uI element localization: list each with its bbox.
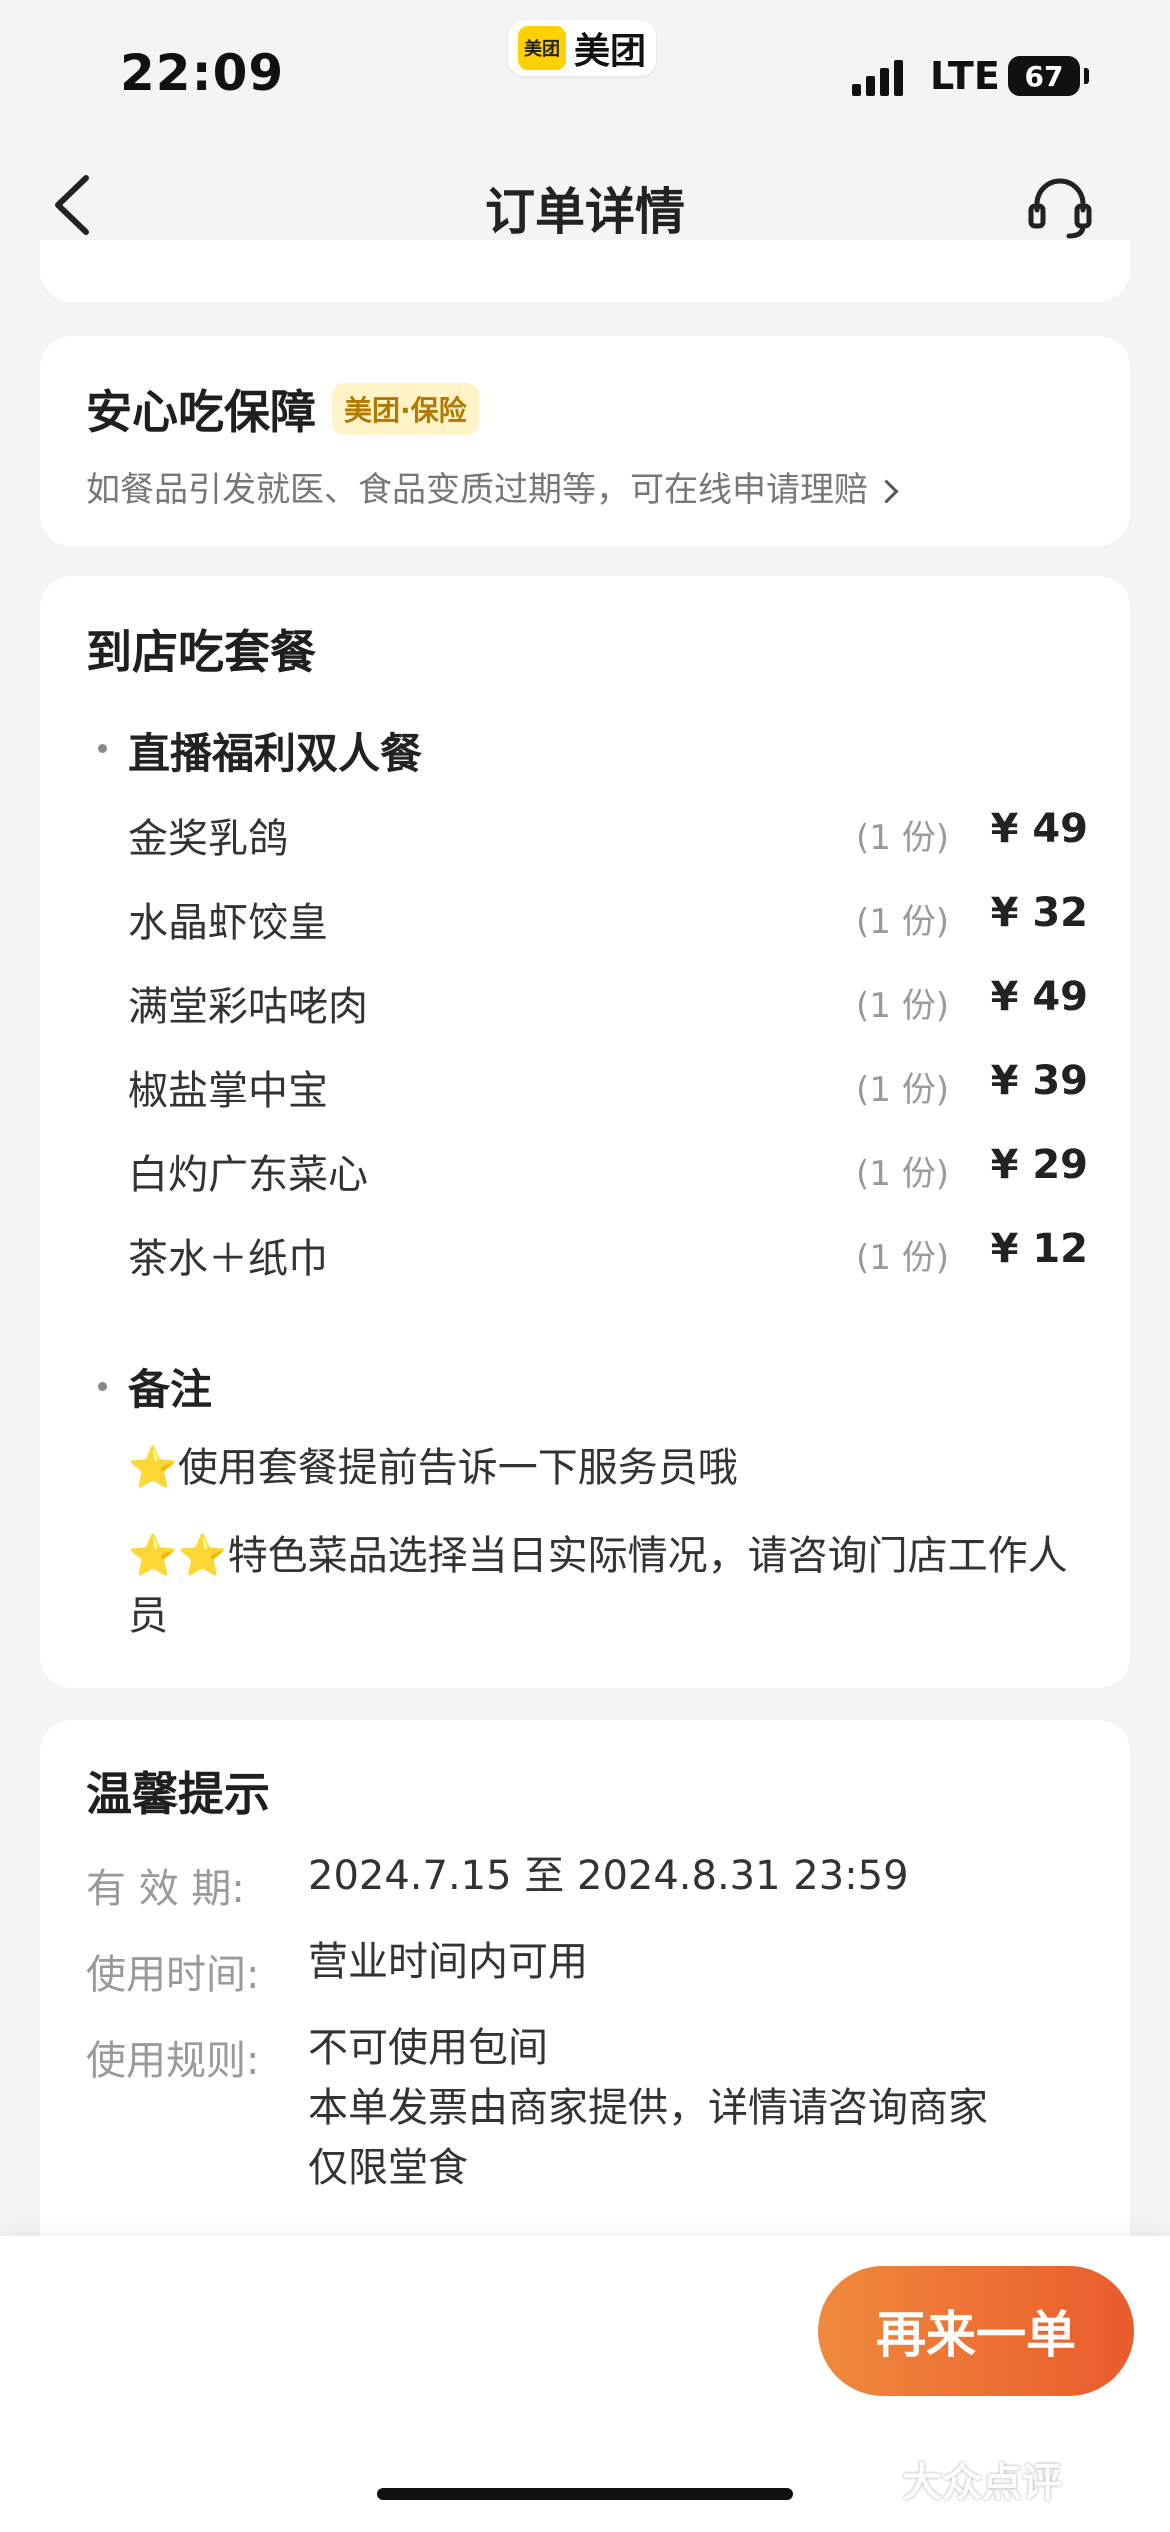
guarantee-title: 安心吃保障	[86, 385, 316, 439]
list-item: 茶水＋纸巾 (1 份) ¥ 12	[128, 1226, 1088, 1286]
guarantee-description-link[interactable]: 如餐品引发就医、食品变质过期等，可在线申请理赔	[86, 462, 899, 511]
item-qty: (1 份)	[856, 1154, 949, 1194]
meituan-logo-icon: 美团	[518, 26, 566, 70]
rules-label: 使用规则:	[86, 2038, 260, 2084]
app-indicator[interactable]: 美团 美团	[508, 20, 657, 76]
package-section-title: 到店吃套餐	[86, 625, 316, 679]
customer-service-button[interactable]	[1025, 172, 1095, 242]
item-qty: (1 份)	[856, 1238, 949, 1278]
headset-icon	[1028, 178, 1092, 239]
tips-card: 温馨提示 有 效 期: 2024.7.15 至 2024.8.31 23:59 …	[40, 1720, 1130, 2280]
previous-card-edge	[40, 240, 1130, 302]
reorder-button[interactable]: 再来一单	[818, 2266, 1134, 2396]
rule-item: 仅限堂食	[308, 2145, 468, 2191]
list-item: 金奖乳鸽 (1 份) ¥ 49	[128, 806, 1088, 866]
app-name: 美团	[574, 31, 647, 72]
carrier-label: LTE	[930, 54, 1000, 98]
rule-item: 不可使用包间	[308, 2025, 548, 2071]
note-line: ⭐使用套餐提前告诉一下服务员哦	[128, 1438, 1088, 1498]
chevron-left-icon	[55, 175, 89, 235]
item-price: ¥ 49	[990, 806, 1088, 852]
item-price: ¥ 32	[990, 890, 1088, 936]
item-qty: (1 份)	[856, 1070, 949, 1110]
item-name: 水晶虾饺皇	[128, 900, 328, 946]
guarantee-card[interactable]: 安心吃保障 美团·保险 如餐品引发就医、食品变质过期等，可在线申请理赔	[40, 336, 1130, 546]
bullet-icon	[98, 1382, 107, 1391]
package-name: 直播福利双人餐	[128, 729, 423, 778]
item-price: ¥ 49	[990, 974, 1088, 1020]
list-item: 白灼广东菜心 (1 份) ¥ 29	[128, 1142, 1088, 1202]
tips-title: 温馨提示	[86, 1767, 270, 1821]
dianping-watermark: 大众点评	[902, 2460, 1062, 2506]
status-time: 22:09	[120, 44, 285, 102]
validity-label: 有 效 期:	[86, 1866, 245, 1912]
notes-title: 备注	[128, 1365, 213, 1414]
item-price: ¥ 29	[990, 1142, 1088, 1188]
usage-time-label: 使用时间:	[86, 1952, 260, 1998]
item-name: 茶水＋纸巾	[128, 1236, 328, 1282]
battery-icon: 67	[1008, 56, 1080, 96]
signal-icon	[852, 60, 903, 96]
validity-value: 2024.7.15 至 2024.8.31 23:59	[308, 1853, 909, 1899]
note-text: 特色菜品选择当日实际情况，请咨询门店工作人员	[128, 1533, 1068, 1639]
star-icon: ⭐	[128, 1445, 178, 1491]
list-item: 水晶虾饺皇 (1 份) ¥ 32	[128, 890, 1088, 950]
home-indicator[interactable]	[377, 2488, 793, 2500]
item-price: ¥ 39	[990, 1058, 1088, 1104]
rule-item: 本单发票由商家提供，详情请咨询商家	[308, 2085, 988, 2131]
item-price: ¥ 12	[990, 1226, 1088, 1272]
item-qty: (1 份)	[856, 986, 949, 1026]
item-name: 椒盐掌中宝	[128, 1068, 328, 1114]
usage-time-value: 营业时间内可用	[308, 1939, 588, 1985]
package-card: 到店吃套餐 直播福利双人餐 金奖乳鸽 (1 份) ¥ 49 水晶虾饺皇 (1 份…	[40, 576, 1130, 1688]
item-name: 白灼广东菜心	[128, 1152, 368, 1198]
note-text: 使用套餐提前告诉一下服务员哦	[177, 1445, 738, 1491]
list-item: 椒盐掌中宝 (1 份) ¥ 39	[128, 1058, 1088, 1118]
item-name: 金奖乳鸽	[128, 816, 288, 862]
rules-list: 不可使用包间 本单发票由商家提供，详情请咨询商家 仅限堂食	[308, 2018, 988, 2198]
item-name: 满堂彩咕咾肉	[128, 984, 368, 1030]
guarantee-description: 如餐品引发就医、食品变质过期等，可在线申请理赔	[86, 470, 868, 510]
chevron-right-icon	[874, 479, 899, 504]
bullet-icon	[98, 744, 107, 753]
item-qty: (1 份)	[856, 902, 949, 942]
back-button[interactable]	[46, 170, 106, 240]
insurance-badge: 美团·保险	[332, 383, 479, 435]
item-qty: (1 份)	[856, 818, 949, 858]
note-line: ⭐⭐特色菜品选择当日实际情况，请咨询门店工作人员	[128, 1526, 1088, 1646]
battery-tip	[1084, 68, 1089, 84]
list-item: 满堂彩咕咾肉 (1 份) ¥ 49	[128, 974, 1088, 1034]
page-title: 订单详情	[485, 183, 685, 241]
star-icon: ⭐⭐	[128, 1533, 228, 1579]
